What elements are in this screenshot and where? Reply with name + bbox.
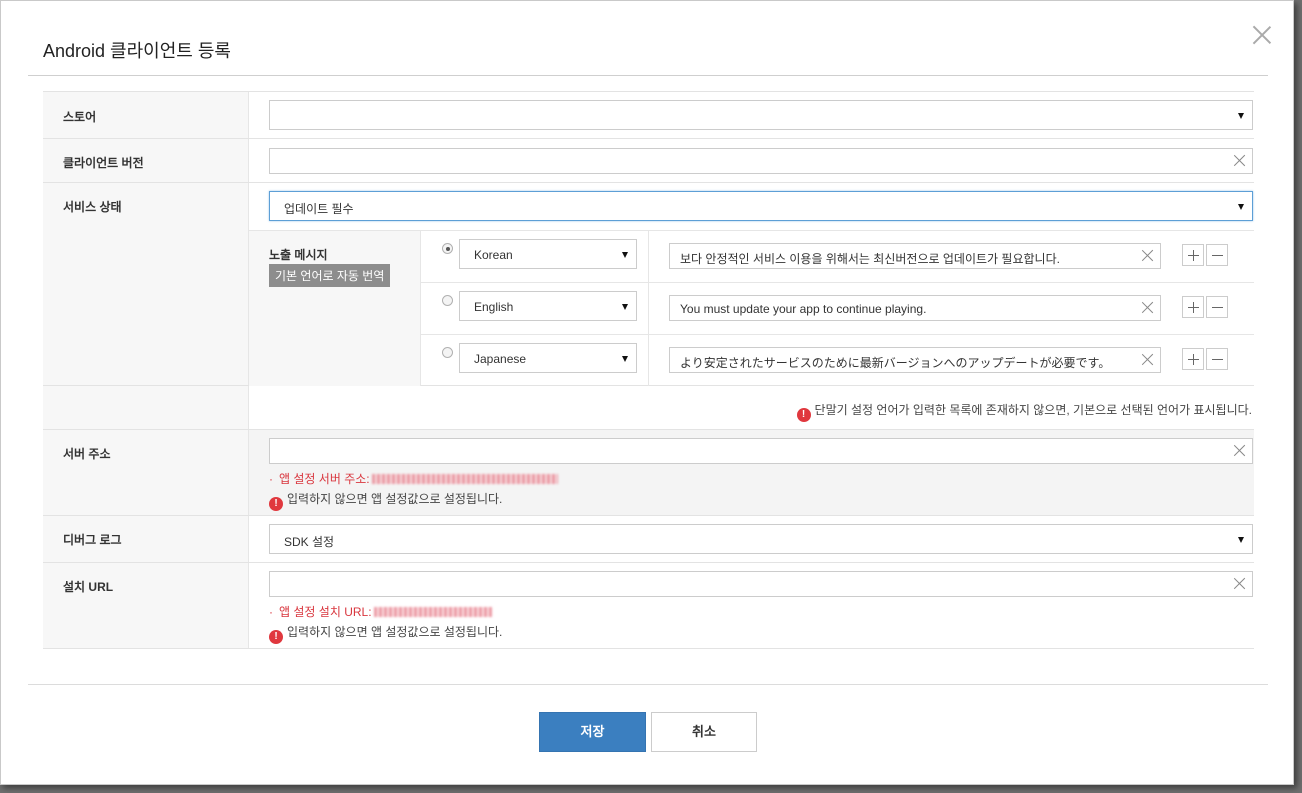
install-url-label: 설치 URL [43,563,249,648]
language-select[interactable]: Korean [459,239,637,269]
column-divider [648,231,649,282]
clear-icon[interactable] [1141,353,1154,366]
close-icon[interactable] [1252,25,1272,45]
cancel-button[interactable]: 취소 [651,712,757,752]
warning-icon: ! [796,408,811,422]
message-label: 노출 메시지 [269,248,328,262]
clear-icon[interactable] [1233,154,1246,167]
column-divider [648,335,649,386]
server-address-row: 서버 주소 · 앱 설정 서버 주소: ! 입력하지 않으면 앱 설정값으로 설정됩… [43,430,1254,516]
language-notice-row: ! 단말기 설정 언어가 입력한 목록에 존재하지 않으면, 기본으로 선택된 언… [43,386,1254,430]
chevron-down-icon [1238,204,1244,210]
clear-icon[interactable] [1141,249,1154,262]
message-input[interactable]: 보다 안정적인 서비스 이용을 위해서는 최신버전으로 업데이트가 필요합니다. [669,243,1161,269]
store-select[interactable] [269,100,1253,130]
warning-icon: ! [269,497,283,511]
message-input[interactable]: より安定されたサービスのために最新バージョンへのアップデートが必要です。 [669,347,1161,373]
add-message-button[interactable] [1182,348,1204,370]
install-url-notice-text: 입력하지 않으면 앱 설정값으로 설정됩니다. [287,625,503,639]
remove-message-button[interactable] [1206,296,1228,318]
service-status-label: 서비스 상태 [43,183,249,385]
install-url-row: 설치 URL · 앱 설정 설치 URL: ! 입력하지 않으면 앱 설정값으로 설… [43,563,1254,649]
client-version-label: 클라이언트 버전 [43,139,249,182]
message-row-korean: Korean 보다 안정적인 서비스 이용을 위해서는 최신버전으로 업데이트가… [421,231,1254,283]
message-input-value: 보다 안정적인 서비스 이용을 위해서는 최신버전으로 업데이트가 필요합니다. [680,252,1060,266]
language-notice-text: 단말기 설정 언어가 입력한 목록에 존재하지 않으면, 기본으로 선택된 언어… [814,403,1252,417]
server-address-hint-label: 앱 설정 서버 주소: [279,472,370,486]
redacted-url [371,474,558,484]
add-message-button[interactable] [1182,244,1204,266]
save-button[interactable]: 저장 [539,712,646,752]
chevron-down-icon [1238,113,1244,119]
server-address-label: 서버 주소 [43,430,249,515]
store-label: 스토어 [43,92,249,138]
warning-icon: ! [269,630,283,644]
message-input-value: より安定されたサービスのために最新バージョンへのアップデートが必要です。 [680,356,1111,370]
dialog-title: Android 클라이언트 등록 [43,41,231,61]
title-divider [28,75,1268,76]
language-select-value: Korean [474,248,513,262]
chevron-down-icon [622,252,628,258]
empty-label-cell [43,386,249,429]
server-address-notice: ! 입력하지 않으면 앱 설정값으로 설정됩니다. [269,490,502,511]
default-language-radio[interactable] [442,243,453,254]
language-select[interactable]: Japanese [459,343,637,373]
message-input-value: You must update your app to continue pla… [680,302,927,316]
server-address-input[interactable] [269,438,1253,464]
clear-icon[interactable] [1233,444,1246,457]
debug-log-value: SDK 설정 [284,535,335,549]
redacted-url [373,607,492,617]
language-select-value: Japanese [474,352,527,366]
debug-log-label: 디버그 로그 [43,516,249,562]
client-version-row: 클라이언트 버전 [43,139,1254,183]
auto-translate-badge: 기본 언어로 자동 번역 [269,264,391,287]
language-select-value: English [474,300,514,314]
debug-log-select[interactable]: SDK 설정 [269,524,1253,554]
language-notice: ! 단말기 설정 언어가 입력한 목록에 존재하지 않으면, 기본으로 선택된 언… [796,401,1252,422]
install-url-input[interactable] [269,571,1253,597]
footer-divider [28,684,1268,685]
server-address-notice-text: 입력하지 않으면 앱 설정값으로 설정됩니다. [287,492,503,506]
chevron-down-icon [622,356,628,362]
clear-icon[interactable] [1233,577,1246,590]
message-row-english: English You must update your app to cont… [421,283,1254,335]
language-select[interactable]: English [459,291,637,321]
clear-icon[interactable] [1141,301,1154,314]
default-language-radio[interactable] [442,347,453,358]
client-version-input[interactable] [269,148,1253,174]
message-label-cell: 노출 메시지 기본 언어로 자동 번역 [249,231,421,386]
service-status-select[interactable]: 업데이트 필수 [269,191,1253,221]
android-client-dialog: Android 클라이언트 등록 스토어 클라이언트 버전 서비스 상태 업데이… [0,0,1294,785]
remove-message-button[interactable] [1206,244,1228,266]
column-divider [648,283,649,334]
default-language-radio[interactable] [442,295,453,306]
install-url-hint: · 앱 설정 설치 URL: [269,603,492,620]
service-status-value: 업데이트 필수 [284,202,354,216]
chevron-down-icon [1238,537,1244,543]
install-url-notice: ! 입력하지 않으면 앱 설정값으로 설정됩니다. [269,623,502,644]
message-row-japanese: Japanese より安定されたサービスのために最新バージョンへのアップデートが… [421,335,1254,386]
message-area: 노출 메시지 기본 언어로 자동 번역 Korean 보다 안정적인 서비스 이… [249,230,1254,386]
chevron-down-icon [622,304,628,310]
message-input[interactable]: You must update your app to continue pla… [669,295,1161,321]
debug-log-row: 디버그 로그 SDK 설정 [43,516,1254,563]
install-url-hint-label: 앱 설정 설치 URL: [279,605,372,619]
client-form: 스토어 클라이언트 버전 서비스 상태 업데이트 필수 노출 메시지 기본 언어… [43,91,1254,649]
remove-message-button[interactable] [1206,348,1228,370]
add-message-button[interactable] [1182,296,1204,318]
store-row: 스토어 [43,92,1254,139]
service-status-row: 서비스 상태 업데이트 필수 노출 메시지 기본 언어로 자동 번역 Korea… [43,183,1254,386]
server-address-hint: · 앱 설정 서버 주소: [269,470,558,487]
